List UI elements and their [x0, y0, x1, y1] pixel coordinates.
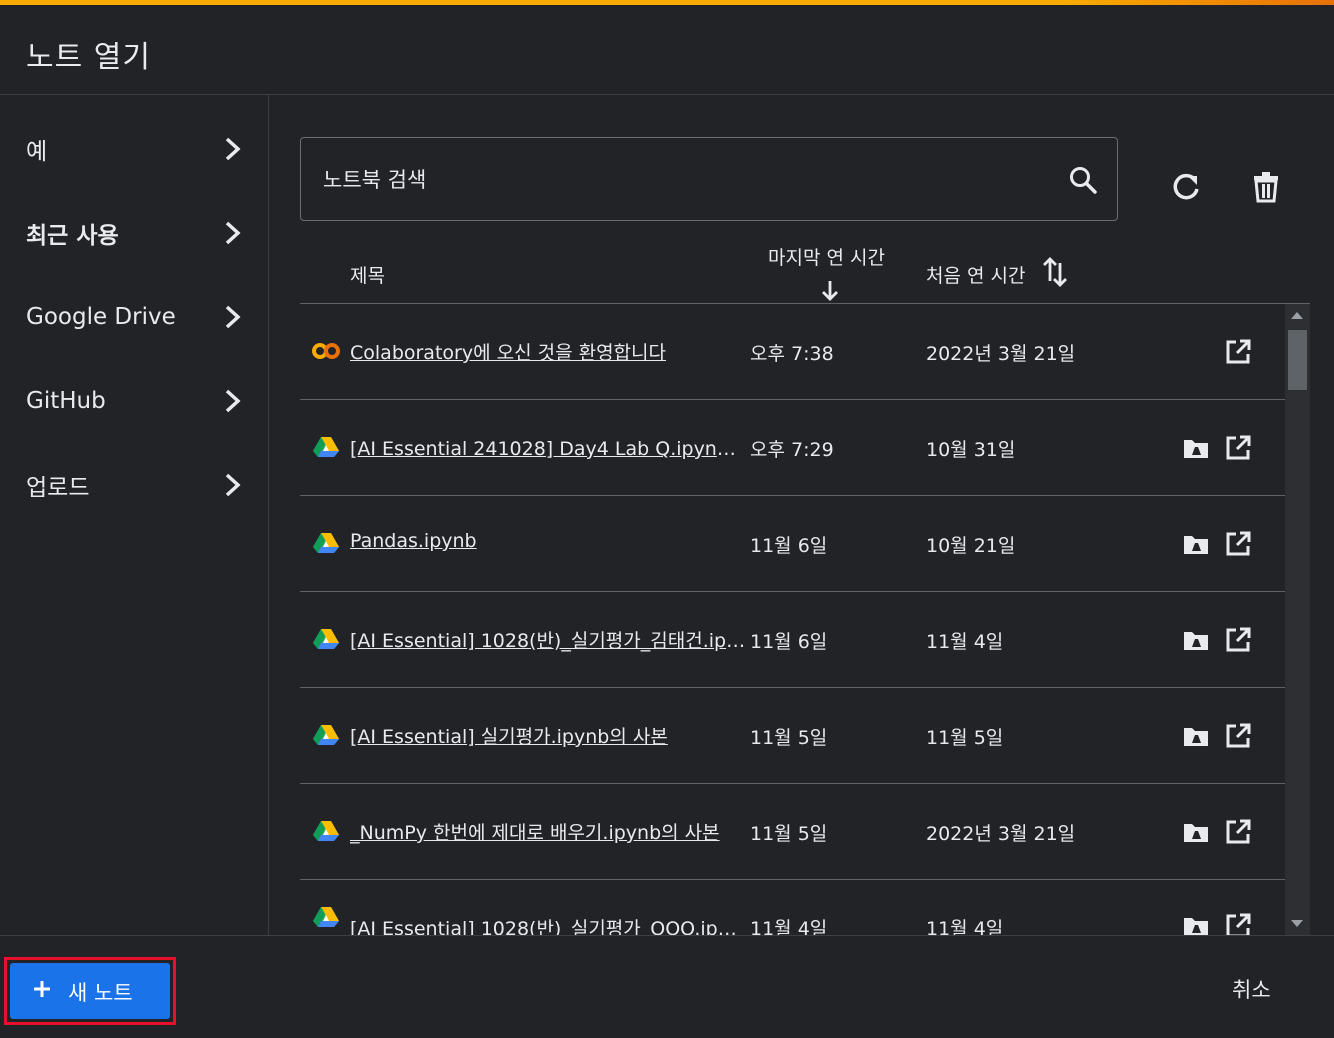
open-in-new-icon[interactable]: [1224, 338, 1252, 366]
column-header-last-opened[interactable]: 마지막 연 시간: [768, 243, 885, 270]
last-opened-time: 11월 6일: [750, 535, 828, 557]
new-note-label: 새 노트: [68, 981, 133, 1005]
sidebar-item-examples[interactable]: 예: [0, 119, 269, 179]
refresh-icon[interactable]: [1166, 167, 1206, 207]
cancel-button[interactable]: 취소: [1232, 974, 1271, 1004]
notebook-list: Colaboratory에 오신 것을 환영합니다 오후 7:38 2022년 …: [300, 304, 1285, 935]
chevron-right-icon: [225, 221, 241, 245]
open-in-new-icon[interactable]: [1224, 626, 1252, 654]
sidebar-item-label: GitHub: [26, 388, 106, 414]
google-drive-icon: [313, 533, 339, 553]
drive-folder-icon[interactable]: [1182, 722, 1210, 750]
column-header-title[interactable]: 제목: [350, 261, 385, 288]
first-opened-time: 11월 4일: [926, 631, 1004, 653]
open-in-new-icon[interactable]: [1224, 818, 1252, 846]
notebook-title-link[interactable]: [AI Essential] 1028(반)_실기평가_OOO.ipynb: [350, 914, 746, 935]
first-opened-time: 10월 31일: [926, 439, 1016, 461]
drive-folder-icon[interactable]: [1182, 434, 1210, 462]
google-drive-icon: [313, 437, 339, 457]
new-note-button[interactable]: 새 노트: [10, 963, 170, 1019]
main-panel: 제목 마지막 연 시간 처음 연 시간 Colaboratory에 오신 것을 …: [270, 95, 1334, 935]
dialog-title: 노트 열기: [26, 40, 151, 75]
drive-folder-icon[interactable]: [1182, 818, 1210, 846]
footer-divider: [0, 935, 1334, 936]
table-row[interactable]: Pandas.ipynb 11월 6일 10월 21일: [300, 496, 1285, 592]
search-input[interactable]: [323, 160, 1043, 200]
sidebar-item-label: 예: [26, 139, 48, 165]
first-opened-time: 2022년 3월 21일: [926, 823, 1076, 845]
google-drive-icon: [313, 821, 339, 841]
open-in-new-icon[interactable]: [1224, 722, 1252, 750]
notebook-title-link[interactable]: Pandas.ipynb: [350, 530, 746, 552]
colab-logo-icon: [312, 343, 340, 359]
sidebar-item-google-drive[interactable]: Google Drive: [0, 287, 269, 347]
sidebar-item-label: 최근 사용: [26, 223, 119, 249]
last-opened-time: 11월 4일: [750, 918, 828, 935]
arrow-down-icon[interactable]: [820, 279, 840, 303]
last-opened-time: 오후 7:29: [750, 439, 834, 461]
sort-arrows-icon[interactable]: [1042, 255, 1070, 289]
table-row[interactable]: _NumPy 한번에 제대로 배우기.ipynb의 사본 11월 5일 2022…: [300, 784, 1285, 880]
last-opened-time: 오후 7:38: [750, 343, 834, 365]
sidebar-item-upload[interactable]: 업로드: [0, 455, 269, 515]
sidebar-item-github[interactable]: GitHub: [0, 371, 269, 431]
scroll-thumb[interactable]: [1288, 330, 1307, 390]
first-opened-time: 11월 4일: [926, 918, 1004, 935]
notebook-title-link[interactable]: _NumPy 한번에 제대로 배우기.ipynb의 사본: [350, 818, 746, 845]
sidebar-item-label: Google Drive: [26, 304, 176, 330]
drive-folder-icon[interactable]: [1182, 530, 1210, 558]
chevron-right-icon: [225, 389, 241, 413]
scroll-up-arrow-icon[interactable]: [1291, 312, 1303, 319]
drive-folder-icon[interactable]: [1182, 626, 1210, 654]
sidebar: 예 최근 사용 Google Drive GitHub 업로드: [0, 95, 269, 935]
google-drive-icon: [313, 725, 339, 745]
sidebar-item-recent[interactable]: 최근 사용: [0, 203, 269, 263]
list-scrollbar[interactable]: [1285, 304, 1310, 935]
table-row[interactable]: Colaboratory에 오신 것을 환영합니다 오후 7:38 2022년 …: [300, 304, 1285, 400]
plus-icon: [34, 981, 50, 997]
last-opened-time: 11월 5일: [750, 727, 828, 749]
column-header-first-opened[interactable]: 처음 연 시간: [926, 261, 1025, 288]
google-drive-icon: [313, 907, 339, 927]
open-in-new-icon[interactable]: [1224, 912, 1252, 935]
drive-folder-icon[interactable]: [1182, 912, 1210, 935]
google-drive-icon: [313, 629, 339, 649]
search-box: [300, 137, 1118, 221]
search-icon[interactable]: [1067, 164, 1099, 196]
chevron-right-icon: [225, 473, 241, 497]
last-opened-time: 11월 5일: [750, 823, 828, 845]
last-opened-time: 11월 6일: [750, 631, 828, 653]
first-opened-time: 10월 21일: [926, 535, 1016, 557]
sidebar-item-label: 업로드: [26, 475, 90, 501]
notebook-title-link[interactable]: [AI Essential] 1028(반)_실기평가_김태건.ipynb: [350, 626, 746, 653]
table-row[interactable]: [AI Essential 241028] Day4 Lab Q.ipynb 김…: [300, 400, 1285, 496]
table-row[interactable]: [AI Essential] 1028(반)_실기평가_김태건.ipynb 11…: [300, 592, 1285, 688]
scroll-down-arrow-icon[interactable]: [1291, 920, 1303, 927]
notebook-title-link[interactable]: [AI Essential] 실기평가.ipynb의 사본: [350, 722, 746, 749]
table-row[interactable]: [AI Essential] 1028(반)_실기평가_OOO.ipynb 11…: [300, 880, 1285, 935]
top-accent-bar: [0, 0, 1334, 5]
table-row[interactable]: [AI Essential] 실기평가.ipynb의 사본 11월 5일 11월…: [300, 688, 1285, 784]
chevron-right-icon: [225, 305, 241, 329]
open-in-new-icon[interactable]: [1224, 434, 1252, 462]
notebook-title-link[interactable]: Colaboratory에 오신 것을 환영합니다: [350, 338, 746, 365]
first-opened-time: 2022년 3월 21일: [926, 343, 1076, 365]
first-opened-time: 11월 5일: [926, 727, 1004, 749]
trash-icon[interactable]: [1246, 167, 1286, 207]
chevron-right-icon: [225, 137, 241, 161]
notebook-title-link[interactable]: [AI Essential 241028] Day4 Lab Q.ipynb 김…: [350, 434, 746, 461]
open-in-new-icon[interactable]: [1224, 530, 1252, 558]
